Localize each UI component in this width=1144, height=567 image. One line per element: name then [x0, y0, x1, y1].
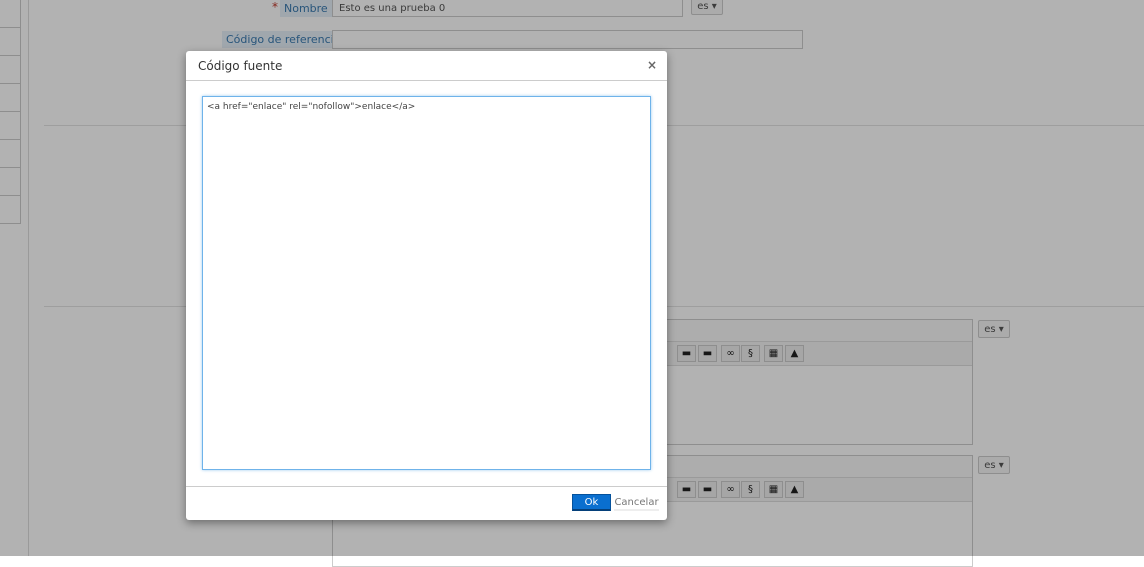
source-code-dialog: Código fuente × <a href="enlace" rel="no…	[186, 51, 667, 520]
ok-button[interactable]: Ok	[572, 494, 611, 511]
source-code-textarea[interactable]: <a href="enlace" rel="nofollow">enlace</…	[202, 96, 651, 470]
dialog-title: Código fuente	[198, 59, 283, 73]
close-icon[interactable]: ×	[647, 58, 657, 72]
cancel-button[interactable]: Cancelar	[614, 494, 659, 511]
footer-divider	[186, 486, 667, 487]
